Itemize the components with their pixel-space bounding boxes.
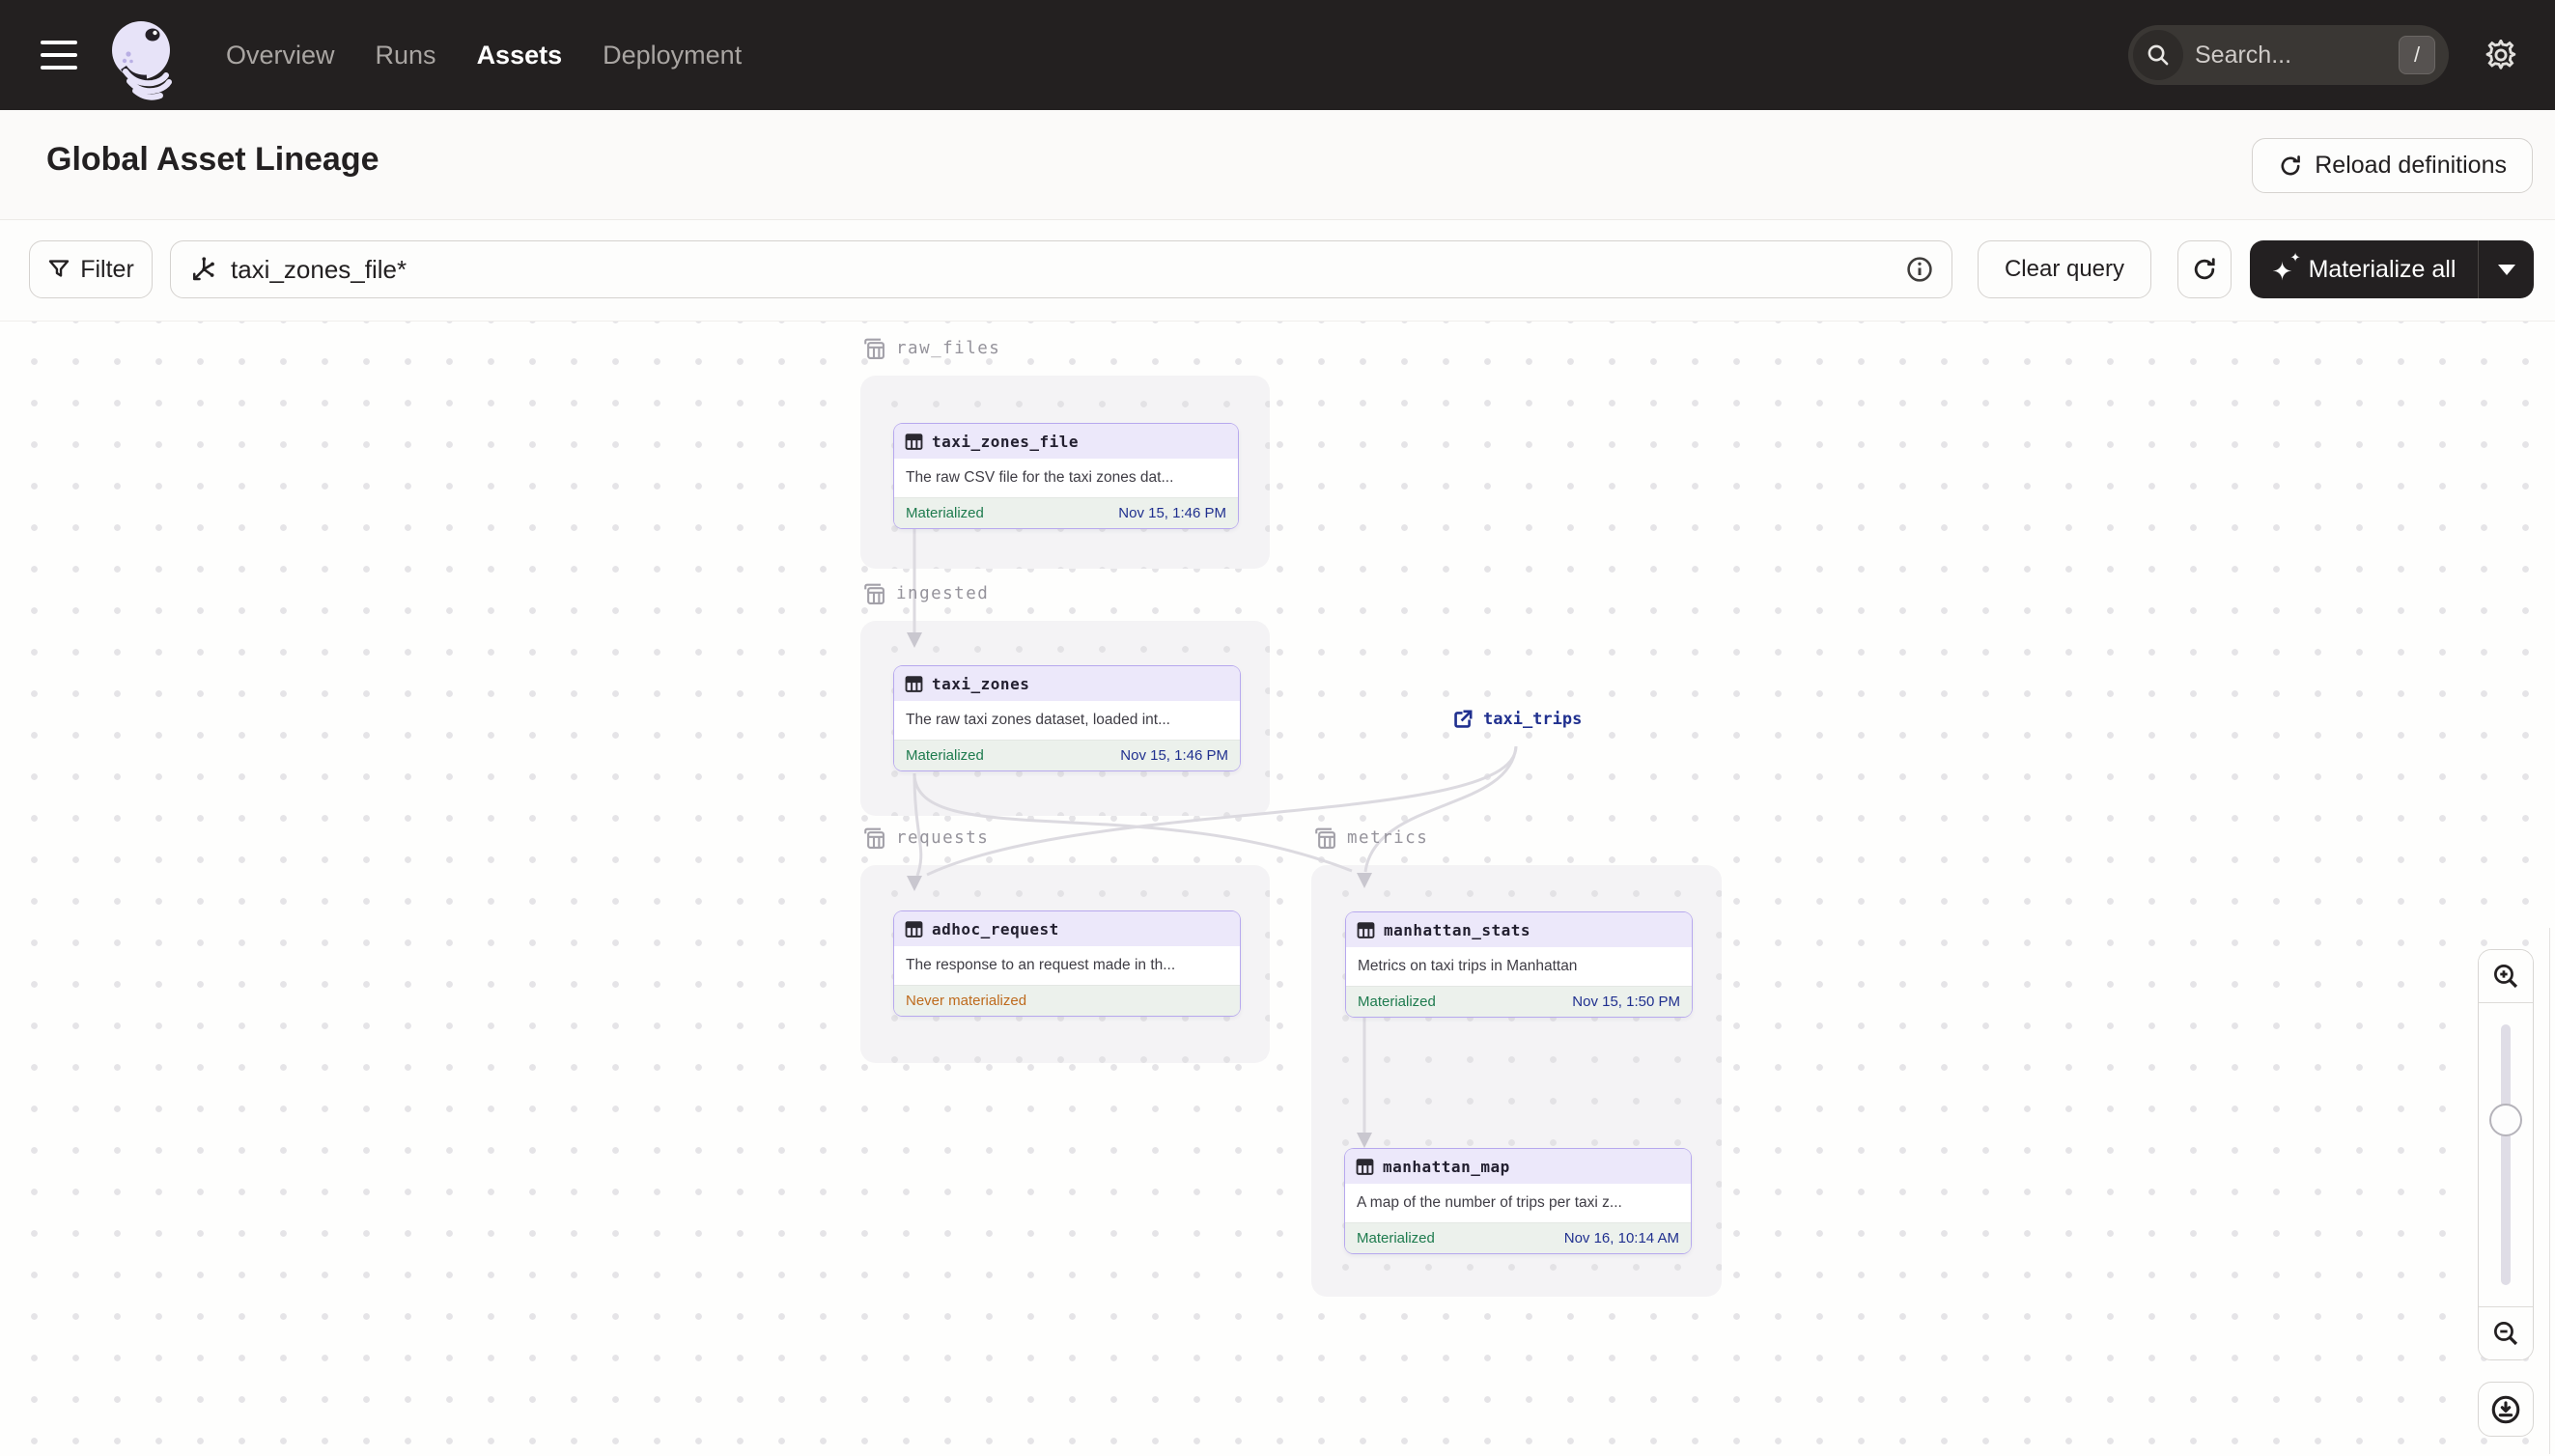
asset-node-manhattan-map[interactable]: manhattan_map A map of the number of tri… <box>1344 1148 1692 1254</box>
asset-node-footer: Materialized Nov 15, 1:46 PM <box>894 497 1238 528</box>
external-asset-taxi-trips[interactable]: taxi_trips <box>1451 708 1582 731</box>
scrollbar-edge <box>2549 928 2550 1454</box>
asset-node-description: The raw CSV file for the taxi zones dat.… <box>906 469 1174 486</box>
group-label-metrics: metrics <box>1311 825 1428 852</box>
asset-node-footer: Materialized Nov 16, 10:14 AM <box>1345 1222 1691 1253</box>
filter-button[interactable]: Filter <box>29 240 153 298</box>
asset-node-description: The response to an request made in th... <box>906 957 1176 973</box>
table-icon <box>905 433 923 450</box>
table-icon <box>905 920 923 938</box>
status-badge: Never materialized <box>906 993 1027 1009</box>
asset-selection-input[interactable] <box>170 240 1952 298</box>
settings-gear-icon[interactable] <box>2480 34 2522 76</box>
sparkles-icon: ✦ ✦ <box>2271 250 2301 286</box>
page-title: Global Asset Lineage <box>46 141 379 178</box>
asset-selection-icon <box>193 257 214 281</box>
zoom-slider-thumb[interactable] <box>2489 1104 2522 1136</box>
refresh-button[interactable] <box>2177 240 2232 298</box>
group-table-icon <box>864 338 884 359</box>
materialization-timestamp: Nov 15, 1:46 PM <box>1120 747 1228 764</box>
search-input[interactable] <box>2195 41 2369 70</box>
lineage-graph-canvas[interactable]: raw_files ingested requests metrics taxi… <box>0 321 2555 1456</box>
materialization-timestamp: Nov 15, 1:50 PM <box>1572 994 1680 1010</box>
status-badge: Materialized <box>1358 994 1436 1010</box>
hamburger-menu-icon[interactable] <box>41 41 77 70</box>
info-icon[interactable] <box>1905 255 1934 284</box>
materialize-dropdown-caret[interactable] <box>2478 240 2534 298</box>
asset-node-header: adhoc_request <box>894 911 1240 946</box>
search-icon <box>2133 30 2183 80</box>
group-label-ingested: ingested <box>860 580 989 607</box>
group-table-icon <box>864 583 884 604</box>
table-icon <box>1356 1158 1374 1175</box>
asset-node-description: The raw taxi zones dataset, loaded int..… <box>906 712 1170 728</box>
asset-node-header: manhattan_stats <box>1346 912 1692 947</box>
asset-node-taxi-zones-file[interactable]: taxi_zones_file The raw CSV file for the… <box>893 423 1239 529</box>
group-label-requests: requests <box>860 825 989 852</box>
search-shortcut-badge: / <box>2399 36 2435 74</box>
zoom-slider[interactable] <box>2479 1003 2533 1306</box>
asset-node-footer: Never materialized <box>894 985 1240 1016</box>
table-icon <box>905 675 923 692</box>
status-badge: Materialized <box>906 747 984 764</box>
status-badge: Materialized <box>906 505 984 521</box>
asset-node-footer: Materialized Nov 15, 1:46 PM <box>894 740 1240 770</box>
reload-definitions-button[interactable]: Reload definitions <box>2252 138 2533 193</box>
nav-link-deployment[interactable]: Deployment <box>603 41 742 70</box>
lineage-toolbar: Filter Clear query ✦✦ Materialize all <box>0 221 2555 321</box>
zoom-out-icon <box>2493 1321 2518 1346</box>
asset-node-header: taxi_zones <box>894 666 1240 701</box>
download-icon <box>2491 1395 2520 1423</box>
asset-node-description: Metrics on taxi trips in Manhattan <box>1358 958 1578 974</box>
asset-query-input[interactable] <box>231 254 1905 285</box>
refresh-icon <box>2194 258 2215 280</box>
nav-links: Overview Runs Assets Deployment <box>226 41 742 70</box>
materialization-timestamp: Nov 15, 1:46 PM <box>1118 505 1226 521</box>
global-search[interactable]: / <box>2128 25 2449 85</box>
zoom-in-icon <box>2493 964 2518 989</box>
asset-node-manhattan-stats[interactable]: manhattan_stats Metrics on taxi trips in… <box>1345 911 1693 1018</box>
nav-link-assets[interactable]: Assets <box>477 41 563 70</box>
page-header: Global Asset Lineage Reload definitions <box>0 110 2555 220</box>
zoom-in-button[interactable] <box>2479 950 2533 1003</box>
asset-node-description: A map of the number of trips per taxi z.… <box>1357 1194 1622 1211</box>
top-navbar: Overview Runs Assets Deployment / <box>0 0 2555 110</box>
asset-node-adhoc-request[interactable]: adhoc_request The response to an request… <box>893 910 1241 1017</box>
clear-query-button[interactable]: Clear query <box>1978 240 2151 298</box>
chevron-down-icon <box>2497 264 2515 275</box>
table-icon <box>1357 921 1375 938</box>
group-label-raw-files: raw_files <box>860 335 1000 362</box>
group-table-icon <box>864 827 884 849</box>
asset-node-footer: Materialized Nov 15, 1:50 PM <box>1346 986 1692 1017</box>
zoom-controls <box>2478 949 2534 1360</box>
zoom-slider-track[interactable] <box>2501 1024 2511 1285</box>
lineage-edges <box>907 529 1518 1148</box>
external-link-icon <box>1454 710 1473 728</box>
group-table-icon <box>1315 827 1335 849</box>
zoom-out-button[interactable] <box>2479 1306 2533 1359</box>
reload-icon <box>2281 154 2301 175</box>
asset-node-header: taxi_zones_file <box>894 424 1238 459</box>
status-badge: Materialized <box>1357 1230 1435 1246</box>
download-image-button[interactable] <box>2478 1382 2534 1437</box>
materialize-all-button[interactable]: ✦ ✦ Materialize all <box>2250 240 2534 298</box>
nav-link-runs[interactable]: Runs <box>376 41 436 70</box>
dagster-logo-icon[interactable] <box>104 17 180 106</box>
materialization-timestamp: Nov 16, 10:14 AM <box>1563 1230 1679 1246</box>
filter-funnel-icon <box>49 260 70 277</box>
asset-node-header: manhattan_map <box>1345 1149 1691 1184</box>
asset-node-taxi-zones[interactable]: taxi_zones The raw taxi zones dataset, l… <box>893 665 1241 771</box>
nav-link-overview[interactable]: Overview <box>226 41 335 70</box>
